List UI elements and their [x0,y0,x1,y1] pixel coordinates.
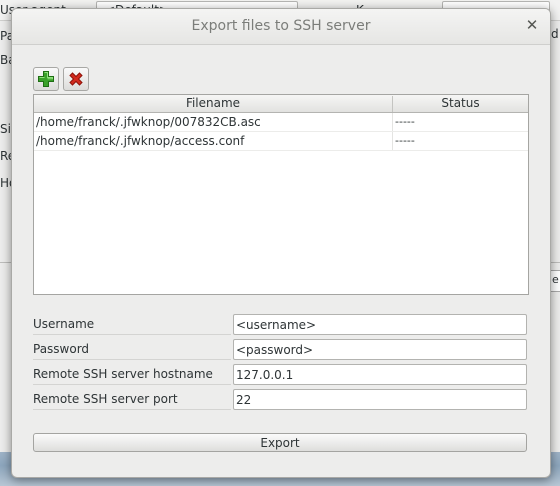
add-file-button[interactable] [33,67,59,91]
export-dialog: Export files to SSH server ✕ Filename St… [11,8,551,478]
dialog-title: Export files to SSH server [191,18,371,34]
filename-cell: /home/franck/.jfwknop/access.conf [36,134,245,148]
password-label: Password [33,342,231,360]
table-row[interactable]: /home/franck/.jfwknop/007832CB.asc ----- [34,113,528,132]
table-header: Filename Status [34,95,528,113]
filename-cell: /home/franck/.jfwknop/007832CB.asc [36,115,261,129]
column-header-filename[interactable]: Filename [34,96,393,112]
username-input[interactable] [233,314,527,335]
column-divider [392,113,393,131]
status-cell: ----- [395,134,415,147]
bg-right-button-label: e [552,273,559,286]
bg-label-d: d [551,27,559,41]
red-x-icon [69,72,83,86]
plus-icon [38,71,54,87]
export-button[interactable]: Export [33,433,527,452]
close-icon[interactable]: ✕ [523,16,541,34]
column-divider [392,132,393,150]
file-table: Filename Status /home/franck/.jfwknop/00… [33,94,529,295]
hostname-label: Remote SSH server hostname [33,367,231,385]
dialog-titlebar: Export files to SSH server ✕ [12,9,550,45]
status-cell: ----- [395,115,415,128]
table-row[interactable]: /home/franck/.jfwknop/access.conf ----- [34,132,528,151]
port-label: Remote SSH server port [33,392,231,410]
port-input[interactable] [233,389,527,410]
password-input[interactable] [233,339,527,360]
hostname-input[interactable] [233,364,527,385]
remove-file-button[interactable] [63,67,89,91]
column-header-status[interactable]: Status [393,96,528,112]
username-label: Username [33,317,231,335]
